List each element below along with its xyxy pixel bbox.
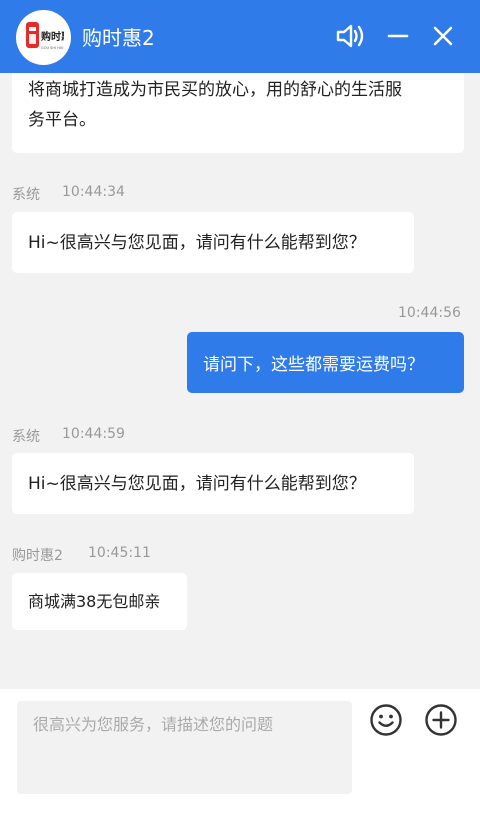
message-text: 将商城打造成为市民买的放心，用的舒心的生活服 [28,80,402,100]
chat-header: 购时惠 GOU SHI HUI 购时惠2 [0,0,480,73]
message-list[interactable]: 将商城打造成为市民买的放心，用的舒心的生活服 务平台。 系统 10:44:34 … [0,73,480,689]
message-bubble: Hi~很高兴与您见面，请问有什么能帮到您？ [12,212,414,273]
brand-logo: 购时惠 GOU SHI HUI [16,10,71,65]
message-sender: 系统 [12,187,40,203]
volume-icon [336,24,364,48]
svg-text:购时惠: 购时惠 [41,30,64,43]
brand-logo-icon: 购时惠 GOU SHI HUI [25,21,64,50]
message-text: 务平台。 [28,110,96,130]
message-bubble-self: 请问下，这些都需要运费吗？ [187,332,464,393]
volume-button[interactable] [333,18,369,54]
close-button[interactable] [425,18,461,54]
message-time: 10:44:56 [398,305,461,321]
emoji-button[interactable] [369,703,403,737]
message-sender: 购时惠2 [12,548,63,564]
message-text: 请问下，这些都需要运费吗？ [203,355,424,375]
add-button[interactable] [424,703,458,737]
message-time: 10:44:59 [62,426,125,442]
minimize-button[interactable] [380,18,416,54]
message-bubble: 商城满38无包邮亲 [12,573,187,630]
message-text: Hi~很高兴与您见面，请问有什么能帮到您？ [28,232,366,253]
close-icon [433,26,453,46]
message-sender: 系统 [12,429,40,445]
message-time: 10:45:11 [88,545,151,561]
message-text: 商城满38无包邮亲 [28,591,161,611]
emoji-icon [370,704,402,736]
message-input[interactable] [17,701,352,794]
input-area [0,689,480,826]
minimize-icon [387,34,409,38]
page-title: 购时惠2 [82,26,155,50]
svg-text:GOU SHI HUI: GOU SHI HUI [41,46,63,50]
message-bubble: 将商城打造成为市民买的放心，用的舒心的生活服 务平台。 [12,73,464,153]
message-time: 10:44:34 [62,184,125,200]
message-text: Hi~很高兴与您见面，请问有什么能帮到您？ [28,473,366,494]
add-icon [425,704,457,736]
message-bubble: Hi~很高兴与您见面，请问有什么能帮到您？ [12,453,414,514]
